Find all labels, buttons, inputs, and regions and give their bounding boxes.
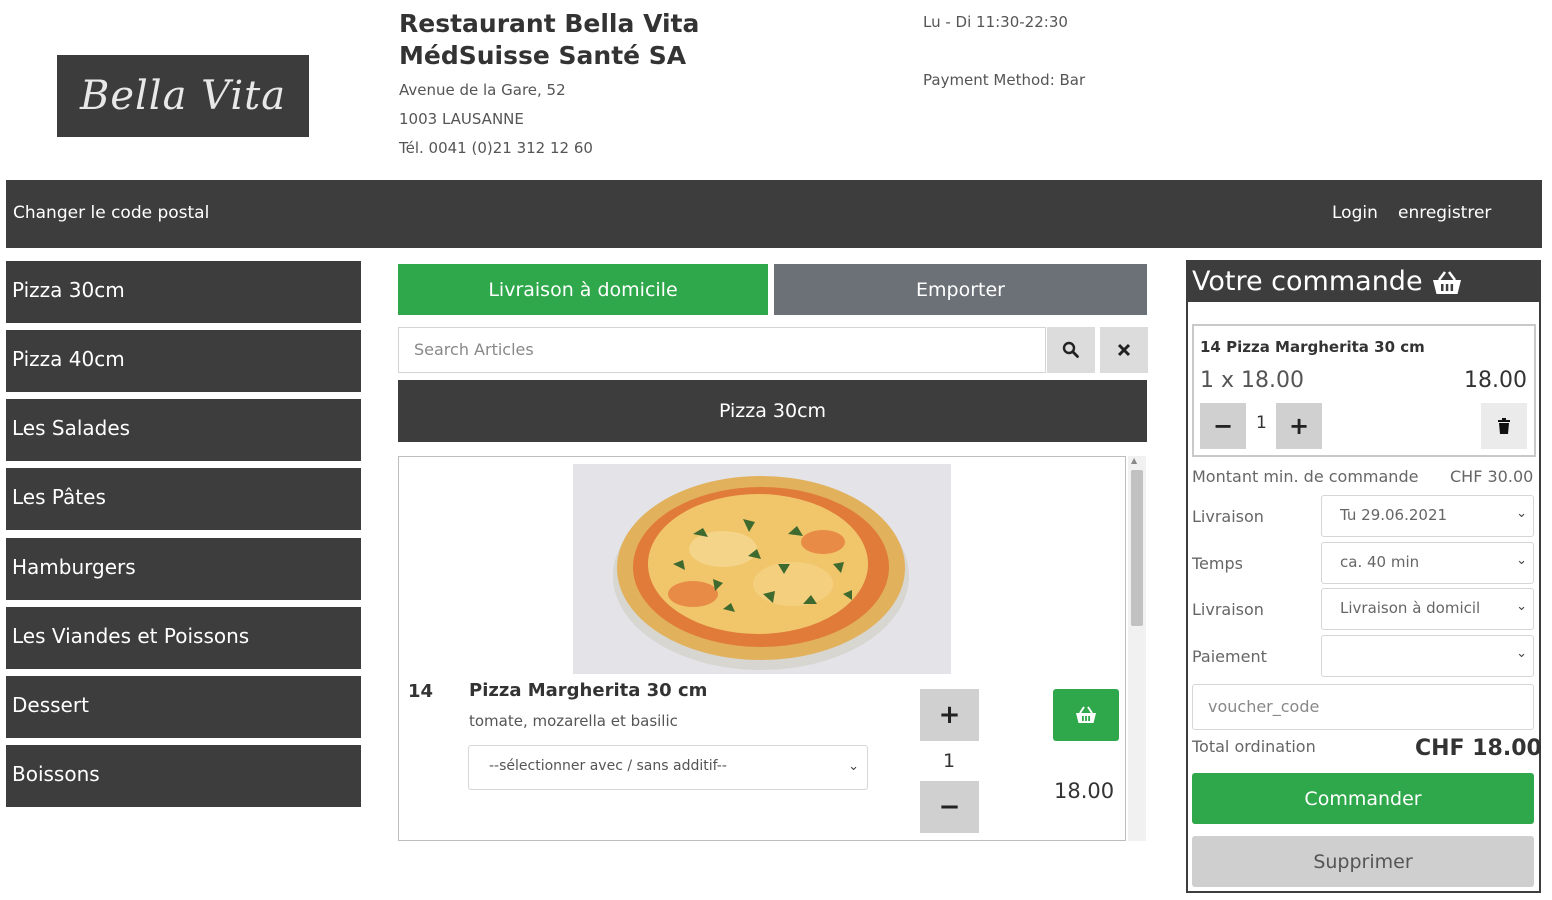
payment-select[interactable]: ⌄ bbox=[1321, 635, 1534, 677]
register-link[interactable]: enregistrer bbox=[1398, 203, 1491, 223]
delete-order-button[interactable]: Supprimer bbox=[1192, 836, 1534, 887]
scroll-up-arrow-icon[interactable]: ▲ bbox=[1131, 456, 1137, 465]
category-boissons[interactable]: Boissons bbox=[6, 745, 361, 807]
increase-quantity-button[interactable]: + bbox=[920, 689, 979, 741]
time-select[interactable]: ca. 40 min ⌄ bbox=[1321, 542, 1534, 584]
order-panel-header: Votre commande bbox=[1186, 260, 1541, 302]
order-button[interactable]: Commander bbox=[1192, 773, 1534, 824]
order-item-qty-price: 1 x 18.00 bbox=[1200, 368, 1304, 393]
chevron-down-icon: ⌄ bbox=[1513, 599, 1527, 614]
product-quantity: 1 bbox=[943, 750, 956, 772]
search-icon bbox=[1062, 341, 1079, 358]
product-price: 18.00 bbox=[1054, 779, 1115, 803]
restaurant-info: Restaurant Bella Vita MédSuisse Santé SA… bbox=[399, 8, 699, 163]
delivery-date-value: Tu 29.06.2021 bbox=[1340, 506, 1448, 524]
plus-icon: + bbox=[938, 700, 961, 730]
additive-select-value: --sélectionner avec / sans additif-- bbox=[489, 758, 727, 774]
category-pizza-30cm[interactable]: Pizza 30cm bbox=[6, 261, 361, 323]
order-item-total: 18.00 bbox=[1464, 368, 1527, 393]
category-pates[interactable]: Les Pâtes bbox=[6, 468, 361, 530]
minus-icon: − bbox=[1212, 412, 1234, 440]
add-to-cart-button[interactable] bbox=[1053, 689, 1119, 741]
order-item-delete-button[interactable] bbox=[1481, 403, 1527, 449]
plus-icon: + bbox=[1288, 412, 1310, 440]
login-link[interactable]: Login bbox=[1332, 203, 1378, 223]
logo: Bella Vita bbox=[57, 55, 309, 137]
delivery-date-label: Livraison bbox=[1192, 507, 1264, 526]
category-hamburgers[interactable]: Hamburgers bbox=[6, 538, 361, 600]
delivery-date-select[interactable]: Tu 29.06.2021 ⌄ bbox=[1321, 495, 1534, 537]
search-button[interactable] bbox=[1047, 327, 1095, 373]
order-item-quantity: 1 bbox=[1256, 413, 1267, 433]
search-input[interactable]: Search Articles bbox=[398, 327, 1046, 373]
restaurant-name: Restaurant Bella Vita bbox=[399, 9, 700, 38]
chevron-down-icon: ⌄ bbox=[1513, 646, 1527, 661]
delivery-type-label: Livraison bbox=[1192, 600, 1264, 619]
additive-select[interactable]: --sélectionner avec / sans additif-- ⌄ bbox=[468, 745, 868, 790]
time-label: Temps bbox=[1192, 554, 1243, 573]
minus-icon: − bbox=[938, 792, 961, 822]
category-salades[interactable]: Les Salades bbox=[6, 399, 361, 461]
scrollbar-thumb[interactable] bbox=[1131, 470, 1143, 626]
chevron-down-icon: ⌄ bbox=[848, 759, 859, 774]
delivery-type-select[interactable]: Livraison à domicil ⌄ bbox=[1321, 588, 1534, 630]
payment-label: Paiement bbox=[1192, 647, 1267, 666]
category-viandes-poissons[interactable]: Les Viandes et Poissons bbox=[6, 607, 361, 669]
min-order-label: Montant min. de commande bbox=[1192, 467, 1419, 486]
category-pizza-40cm[interactable]: Pizza 40cm bbox=[6, 330, 361, 392]
opening-hours: Lu - Di 11:30-22:30 bbox=[923, 13, 1068, 31]
product-number: 14 bbox=[408, 681, 434, 702]
chevron-down-icon: ⌄ bbox=[1513, 506, 1527, 521]
chevron-down-icon: ⌄ bbox=[1513, 553, 1527, 568]
trash-icon bbox=[1498, 418, 1510, 434]
logo-text: Bella Vita bbox=[79, 73, 287, 119]
product-name: Pizza Margherita 30 cm bbox=[469, 680, 708, 701]
min-order-value: CHF 30.00 bbox=[1450, 467, 1534, 486]
total-value: CHF 18.00 bbox=[1415, 736, 1542, 761]
pizza-image bbox=[573, 464, 951, 674]
tab-takeaway[interactable]: Emporter bbox=[774, 264, 1147, 315]
address: Avenue de la Gare, 52 bbox=[399, 81, 566, 99]
delivery-type-value: Livraison à domicil bbox=[1340, 599, 1481, 617]
top-nav-bar: Changer le code postal Login enregistrer bbox=[6, 180, 1542, 248]
basket-icon bbox=[1432, 271, 1461, 294]
order-item-decrease-button[interactable]: − bbox=[1200, 403, 1246, 449]
order-title: Votre commande bbox=[1192, 266, 1423, 297]
change-postal-link[interactable]: Changer le code postal bbox=[13, 203, 209, 223]
product-description: tomate, mozarella et basilic bbox=[469, 712, 678, 730]
close-icon bbox=[1117, 343, 1131, 357]
order-item-increase-button[interactable]: + bbox=[1276, 403, 1322, 449]
city: 1003 LAUSANNE bbox=[399, 110, 524, 128]
decrease-quantity-button[interactable]: − bbox=[920, 781, 979, 833]
clear-search-button[interactable] bbox=[1100, 327, 1148, 373]
order-item-name: 14 Pizza Margherita 30 cm bbox=[1200, 338, 1425, 356]
tab-delivery[interactable]: Livraison à domicile bbox=[398, 264, 768, 315]
time-value: ca. 40 min bbox=[1340, 553, 1420, 571]
current-category-title: Pizza 30cm bbox=[398, 380, 1147, 442]
company-name: MédSuisse Santé SA bbox=[399, 41, 687, 70]
phone: Tél. 0041 (0)21 312 12 60 bbox=[399, 139, 593, 157]
payment-method: Payment Method: Bar bbox=[923, 71, 1086, 89]
voucher-code-input[interactable]: voucher_code bbox=[1192, 684, 1534, 730]
category-dessert[interactable]: Dessert bbox=[6, 676, 361, 738]
basket-icon bbox=[1076, 706, 1096, 723]
total-label: Total ordination bbox=[1192, 737, 1316, 756]
